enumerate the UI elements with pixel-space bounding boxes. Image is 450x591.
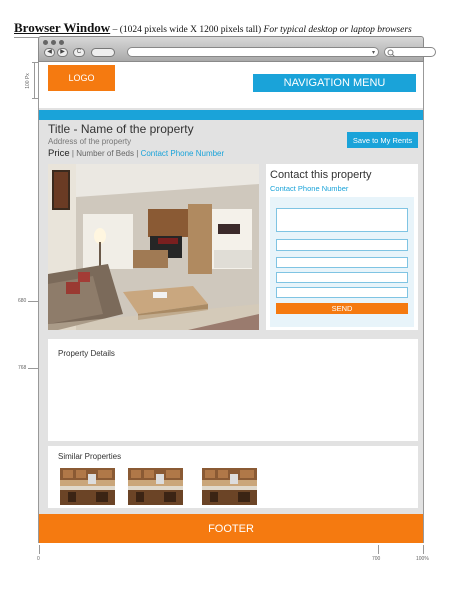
property-details-panel: Property Details [48,339,418,441]
search-icon [387,49,395,57]
site-footer: FOOTER [39,514,423,543]
window-controls [43,40,64,45]
header-divider-bar [39,110,423,120]
similar-properties-panel: Similar Properties [48,446,418,508]
contact-title: Contact this property [270,169,372,181]
similar-properties-label: Similar Properties [58,452,122,461]
property-phone-link[interactable]: Contact Phone Number [141,149,225,158]
move-date-field[interactable] [276,287,408,298]
meta-separator: | [136,149,139,158]
bottom-mark-700-line [378,545,379,554]
heading-note: For typical desktop or laptop browsers [263,25,412,35]
bottom-mark-700: 700 [372,556,381,562]
bookmarks-button[interactable] [91,48,115,57]
property-details-label: Property Details [58,349,115,358]
heading-dash: – [110,25,120,35]
maximize-window-icon[interactable] [59,40,64,45]
web-page: LOGO NAVIGATION MENU Title - Name of the… [38,62,424,543]
living-room-image [48,164,259,330]
reload-button[interactable]: C [73,48,85,57]
back-button[interactable]: ◀ [44,48,55,57]
similar-property-thumbnail[interactable] [128,468,183,505]
mark-680-line [28,301,38,302]
mark-768-line [28,368,38,369]
bottom-mark-0-line [39,545,40,554]
contact-property-box: Contact this property Contact Phone Numb… [266,164,418,330]
similar-property-thumbnail[interactable] [60,468,115,505]
property-address: Address of the property [48,137,132,146]
address-bar[interactable]: ▾ [127,47,379,57]
mark-680-label: 680 [18,298,27,304]
url-dropdown-icon[interactable]: ▾ [372,49,375,56]
browser-search-field[interactable] [384,47,436,57]
property-meta: Price | Number of Beds | Contact Phone N… [48,148,224,159]
site-header: LOGO NAVIGATION MENU [39,62,423,108]
minimize-window-icon[interactable] [51,40,56,45]
bottom-mark-100-line [423,545,424,554]
message-field[interactable] [276,208,408,232]
similar-property-thumbnail[interactable] [202,468,257,505]
mark-768-label: 768 [18,365,27,371]
kitchen-image [202,468,257,505]
heading-size: (1024 pixels wide X 1200 pixels tall) [119,25,262,35]
meta-separator: | [71,149,74,158]
phone-field[interactable] [276,272,408,283]
property-beds: Number of Beds [76,149,135,158]
close-window-icon[interactable] [43,40,48,45]
browser-toolbar: ◀ ▶ C ▾ [38,36,436,62]
header-height-label: 100 Px [24,73,31,89]
name-field[interactable] [276,239,408,251]
kitchen-image [128,468,183,505]
property-title: Title - Name of the property [48,122,194,136]
site-logo[interactable]: LOGO [48,65,115,91]
header-height-line [34,62,35,98]
bottom-mark-100: 100% [416,556,429,562]
kitchen-image [60,468,115,505]
property-photo[interactable] [48,164,259,330]
email-field[interactable] [276,257,408,268]
contact-form: SEND [270,197,414,327]
property-price: Price [48,148,70,159]
heading-title: Browser Window [14,20,111,35]
forward-button[interactable]: ▶ [57,48,68,57]
contact-phone-link[interactable]: Contact Phone Number [270,184,348,193]
navigation-menu[interactable]: NAVIGATION MENU [253,74,416,92]
send-button[interactable]: SEND [276,303,408,314]
bottom-mark-0: 0 [37,556,40,562]
save-to-my-rents-button[interactable]: Save to My Rents [347,132,418,148]
